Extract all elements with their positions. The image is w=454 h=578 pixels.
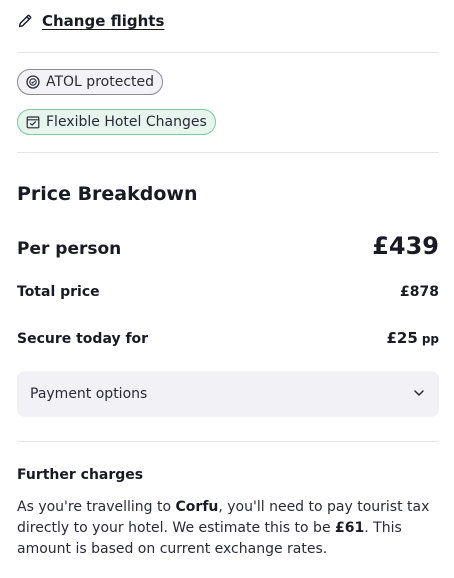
change-flights-link[interactable]: Change flights	[17, 10, 164, 32]
total-price-label: Total price	[17, 284, 100, 300]
further-charges-title: Further charges	[17, 467, 144, 483]
atol-protected-badge: ATOL protected	[17, 69, 164, 95]
payment-options-dropdown[interactable]: Payment options	[17, 371, 439, 417]
secure-today-value: £25	[386, 329, 418, 347]
calendar-check-icon	[26, 115, 40, 129]
flexible-hotel-changes-badge: Flexible Hotel Changes	[17, 109, 216, 135]
pencil-icon	[17, 13, 33, 29]
secure-today-row: Secure today for £25 pp	[17, 328, 439, 347]
chevron-down-icon	[412, 385, 426, 404]
divider	[17, 152, 439, 153]
total-price-value: £878	[400, 284, 439, 300]
total-price-row: Total price £878	[17, 284, 439, 300]
secure-today-amount: £25 pp	[387, 328, 440, 347]
atol-icon	[26, 75, 40, 89]
destination-name: Corfu	[175, 499, 219, 515]
tourist-tax-amount: £61	[335, 520, 365, 536]
secure-today-label: Secure today for	[17, 331, 149, 347]
payment-options-label: Payment options	[30, 386, 148, 402]
further-text-part: As you're travelling to	[17, 499, 176, 515]
divider	[17, 441, 439, 442]
further-charges-text: As you're travelling to Corfu, you'll ne…	[17, 497, 439, 560]
per-person-label: Per person	[17, 239, 122, 259]
price-breakdown-title: Price Breakdown	[17, 183, 198, 205]
per-person-suffix: pp	[421, 332, 439, 346]
atol-badge-label: ATOL protected	[46, 74, 155, 90]
divider	[17, 52, 439, 53]
hotel-badge-label: Flexible Hotel Changes	[46, 114, 207, 130]
per-person-price: £439	[372, 232, 439, 260]
per-person-row: Per person £439	[17, 232, 439, 260]
change-flights-label: Change flights	[42, 12, 165, 30]
